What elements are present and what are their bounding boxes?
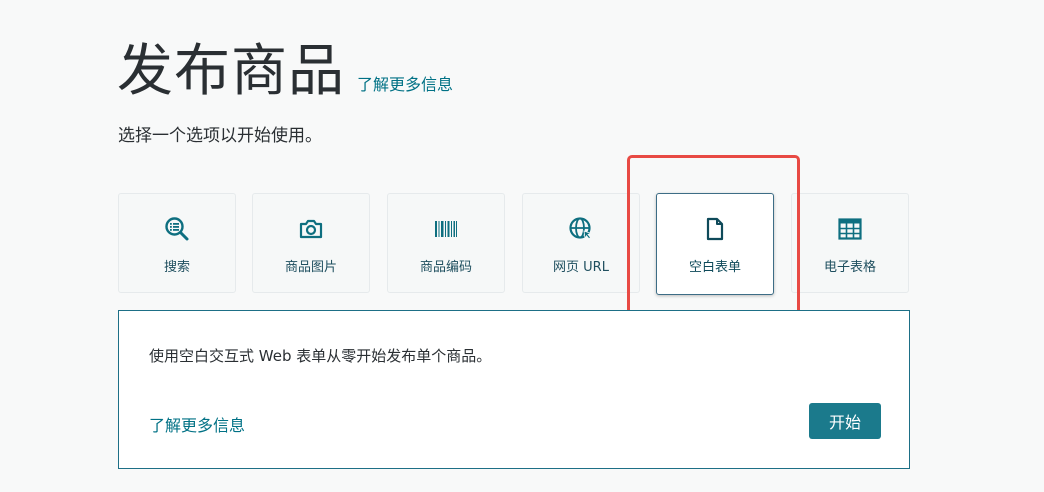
option-card-blank-form[interactable]: 空白表单	[656, 193, 774, 295]
globe-icon	[568, 216, 594, 242]
option-label-web-url: 网页 URL	[553, 260, 609, 275]
page-title: 发布商品	[117, 39, 345, 104]
learn-more-link-panel[interactable]: 了解更多信息	[149, 412, 245, 436]
option-detail-panel: 使用空白交互式 Web 表单从零开始发布单个商品。 了解更多信息 开始	[118, 310, 910, 469]
option-card-web-url[interactable]: 网页 URL	[522, 193, 640, 293]
option-cards: 搜索 商品图片 商品编码 网页 URL 空白表单 电子表格	[118, 193, 910, 295]
search-list-icon	[164, 216, 190, 242]
spreadsheet-icon	[837, 216, 863, 242]
option-card-spreadsheet[interactable]: 电子表格	[791, 193, 909, 293]
option-description: 使用空白交互式 Web 表单从零开始发布单个商品。	[149, 347, 492, 365]
camera-icon	[298, 216, 324, 242]
option-label-spreadsheet: 电子表格	[823, 260, 876, 275]
option-card-search[interactable]: 搜索	[118, 193, 236, 293]
start-button[interactable]: 开始	[809, 403, 881, 439]
option-label-product-image: 商品图片	[284, 260, 337, 275]
option-label-blank-form: 空白表单	[688, 260, 741, 275]
title-row: 发布商品 了解更多信息	[117, 44, 453, 100]
option-label-search: 搜索	[163, 260, 190, 275]
document-icon	[702, 216, 728, 242]
page-subtitle: 选择一个选项以开始使用。	[118, 126, 322, 146]
barcode-icon	[433, 216, 459, 242]
option-label-product-code: 商品编码	[419, 260, 472, 275]
option-card-product-code[interactable]: 商品编码	[387, 193, 505, 293]
option-card-product-image[interactable]: 商品图片	[252, 193, 370, 293]
learn-more-link-header[interactable]: 了解更多信息	[357, 71, 453, 95]
